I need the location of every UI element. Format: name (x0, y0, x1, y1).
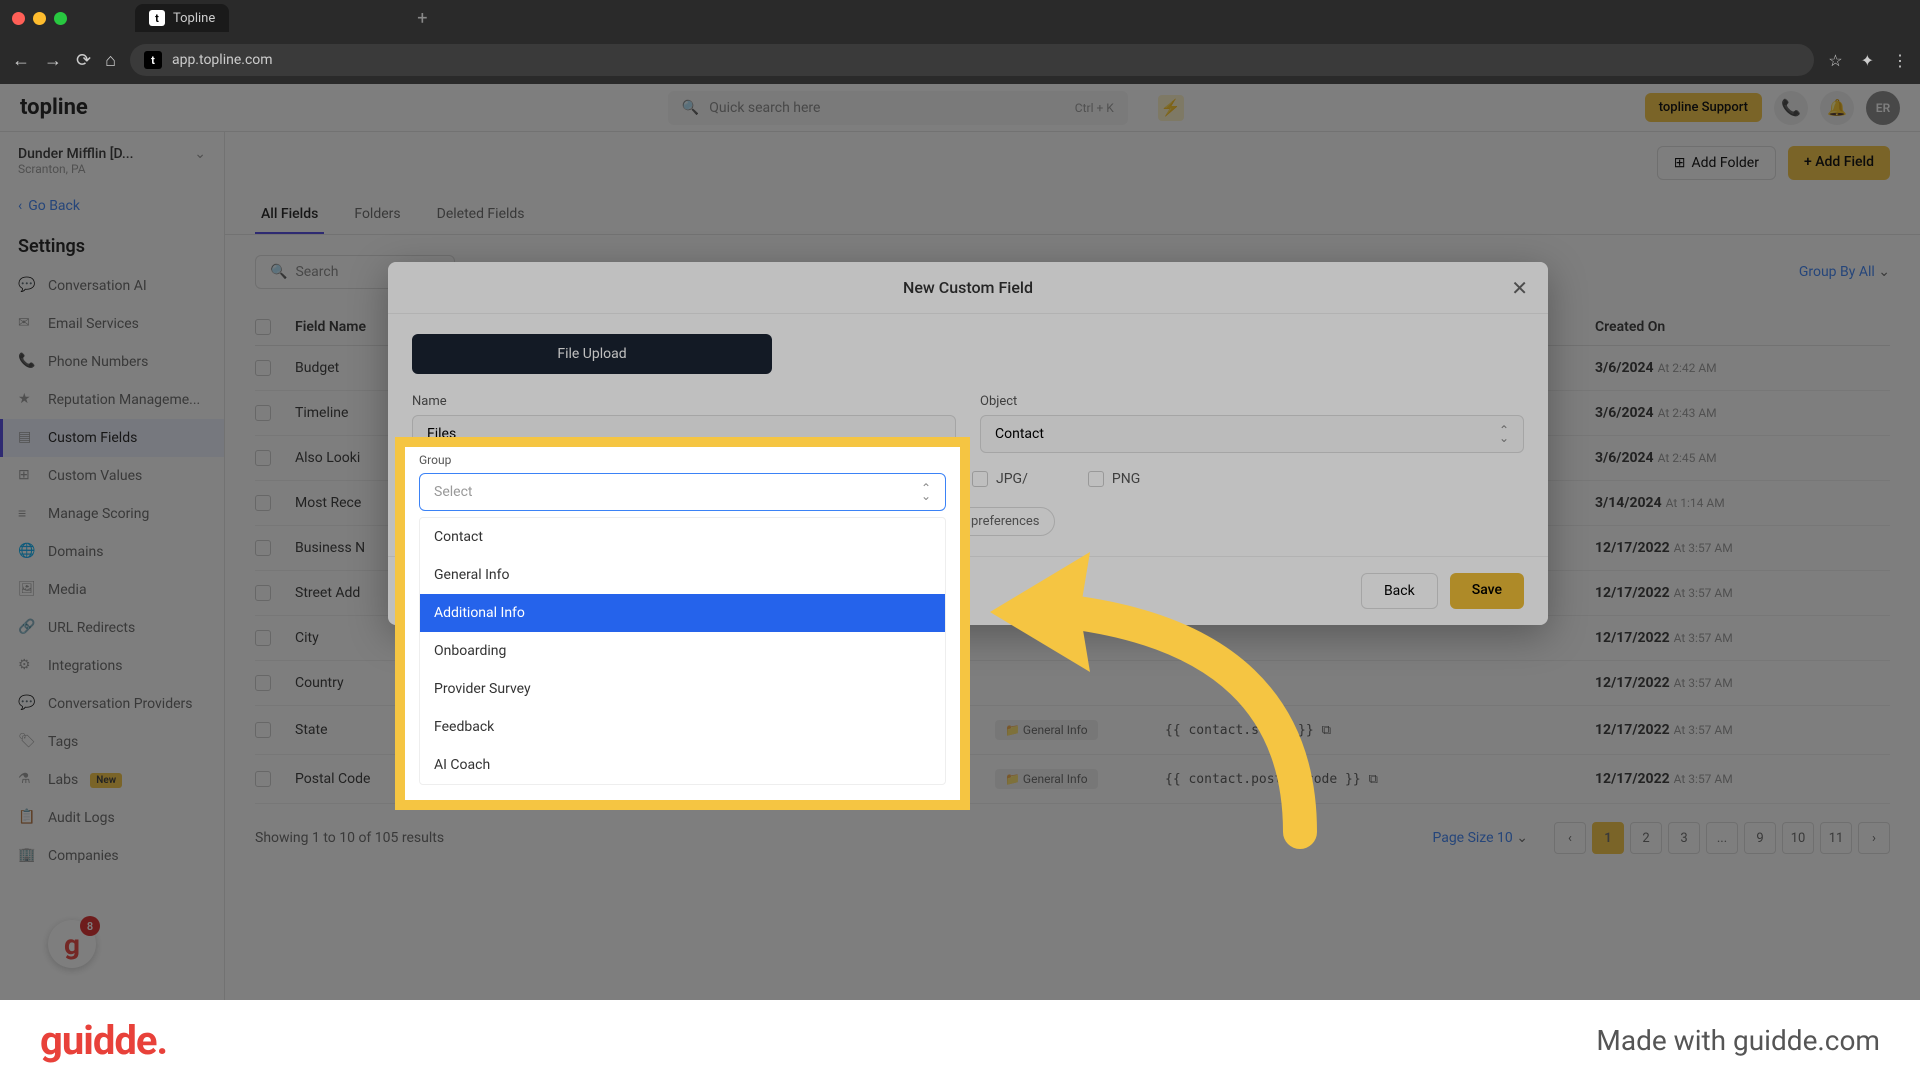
checkbox-icon (1088, 471, 1104, 487)
url-text: app.topline.com (172, 52, 273, 68)
dropdown-option[interactable]: Contact (420, 518, 945, 556)
close-window-icon[interactable] (12, 12, 25, 25)
menu-icon[interactable]: ⋮ (1892, 51, 1908, 70)
browser-toolbar: ← → ⟳ ⌂ t app.topline.com ☆ ✦ ⋮ (0, 36, 1920, 84)
modal-close-button[interactable]: ✕ (1511, 276, 1528, 300)
home-icon[interactable]: ⌂ (105, 50, 116, 71)
dropdown-option[interactable]: AI Coach (420, 746, 945, 784)
reload-icon[interactable]: ⟳ (76, 50, 91, 71)
minimize-window-icon[interactable] (33, 12, 46, 25)
dropdown-option[interactable]: Onboarding (420, 632, 945, 670)
field-type-chip: File Upload (412, 334, 772, 374)
window-controls (12, 12, 67, 25)
app-container: topline 🔍 Quick search here Ctrl + K ⚡ t… (0, 84, 1920, 1080)
dropdown-option[interactable]: General Info (420, 556, 945, 594)
filetype-png[interactable]: PNG (1088, 471, 1140, 487)
group-select[interactable]: Select ⌃⌄ (419, 473, 946, 511)
filetype-label: PNG (1112, 471, 1140, 487)
annotation-highlight: Group Select ⌃⌄ ContactGeneral InfoAddit… (395, 437, 970, 810)
extensions-icon[interactable]: ✦ (1861, 51, 1874, 70)
object-select[interactable]: Contact ⌃⌄ (980, 415, 1524, 453)
browser-tab-bar: t Topline + (0, 0, 1920, 36)
filetype-jpg[interactable]: JPG/ (972, 471, 1028, 487)
chevron-updown-icon: ⌃⌄ (1499, 426, 1509, 442)
group-dropdown: ContactGeneral InfoAdditional InfoOnboar… (419, 517, 946, 785)
guidde-footer: guidde. Made with guidde.com (0, 1000, 1920, 1080)
object-label: Object (980, 394, 1524, 409)
dropdown-option[interactable]: Feedback (420, 708, 945, 746)
tab-title: Topline (173, 11, 215, 26)
tab-favicon-icon: t (149, 10, 165, 26)
save-button[interactable]: Save (1450, 573, 1524, 609)
group-label: Group (419, 453, 946, 467)
url-bar[interactable]: t app.topline.com (130, 44, 1814, 76)
chevron-updown-icon: ⌃⌄ (921, 484, 931, 500)
guidde-logo: guidde. (40, 1017, 167, 1064)
guidde-attribution: Made with guidde.com (1596, 1024, 1880, 1057)
site-icon: t (144, 51, 162, 69)
annotation-arrow-icon (960, 512, 1340, 852)
bookmark-icon[interactable]: ☆ (1828, 51, 1842, 70)
forward-icon[interactable]: → (44, 50, 62, 71)
group-placeholder: Select (434, 484, 472, 500)
dropdown-option[interactable]: Provider Survey (420, 670, 945, 708)
filetype-label: JPG/ (996, 471, 1028, 487)
new-tab-button[interactable]: + (417, 8, 427, 29)
object-value: Contact (995, 426, 1044, 442)
dropdown-option[interactable]: Additional Info (420, 594, 945, 632)
browser-tab[interactable]: t Topline (135, 4, 229, 32)
checkbox-icon (972, 471, 988, 487)
modal-title: New Custom Field (903, 278, 1033, 297)
maximize-window-icon[interactable] (54, 12, 67, 25)
back-icon[interactable]: ← (12, 50, 30, 71)
name-label: Name (412, 394, 956, 409)
back-button[interactable]: Back (1361, 573, 1438, 609)
